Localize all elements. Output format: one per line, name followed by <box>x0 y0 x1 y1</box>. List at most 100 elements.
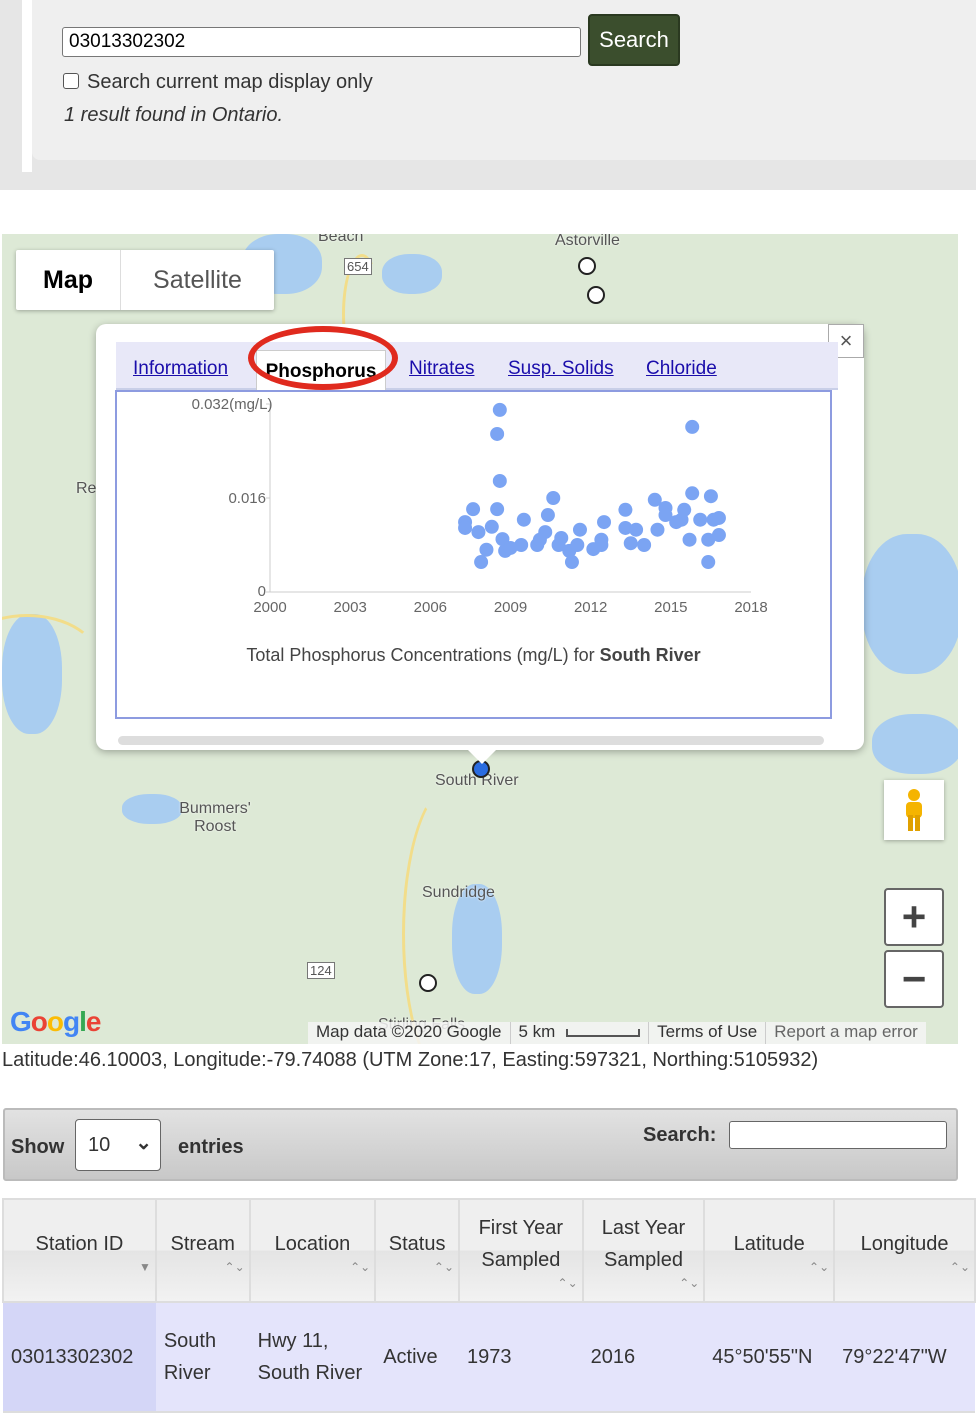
map-type-control: Map Satellite <box>16 250 274 310</box>
tab-information[interactable]: Information <box>133 358 228 380</box>
station-marker[interactable] <box>419 974 437 992</box>
data-point <box>685 486 700 501</box>
coordinates-readout: Latitude:46.10003, Longitude:-79.74088 (… <box>2 1049 819 1071</box>
station-marker[interactable] <box>587 286 605 304</box>
map-type-map-button[interactable]: Map <box>16 250 121 310</box>
info-window-tail <box>466 748 498 764</box>
y-tick-label: 0 <box>258 583 266 600</box>
table-cell: 45°50'55"N <box>704 1302 835 1413</box>
data-point <box>471 525 486 540</box>
column-label: Stream <box>170 1232 235 1255</box>
map-data-text: Map data ©2020 Google <box>308 1022 511 1044</box>
table-cell: South River <box>155 1302 250 1413</box>
data-point <box>677 502 692 517</box>
sort-icon: ⌃⌄ <box>433 1259 455 1274</box>
tab-nitrates[interactable]: Nitrates <box>409 358 474 380</box>
map-label: Bummers' Roost <box>179 800 251 835</box>
map-type-satellite-button[interactable]: Satellite <box>121 250 274 310</box>
data-point <box>597 515 612 530</box>
y-tick-label: 0.032(mg/L) <box>192 396 273 413</box>
column-header[interactable]: Status ⌃⌄ <box>374 1198 461 1303</box>
divider <box>22 0 32 172</box>
data-point <box>484 519 499 534</box>
data-point <box>703 489 718 504</box>
map-display-only-checkbox[interactable] <box>63 73 79 89</box>
x-tick-label: 2003 <box>333 599 366 616</box>
sort-desc-icon: ▼ <box>138 1259 151 1274</box>
map-label: Beach <box>318 234 364 245</box>
column-label: Last Year Sampled <box>601 1216 686 1271</box>
data-point <box>693 512 708 527</box>
column-label: Station ID <box>35 1232 124 1255</box>
entries-label: entries <box>178 1136 244 1158</box>
chevron-down-icon: ⌄ <box>135 1132 152 1154</box>
chart-caption: Total Phosphorus Concentrations (mg/L) f… <box>115 645 832 666</box>
table-cell: Active <box>375 1302 460 1413</box>
highway-shield: 124 <box>307 962 335 979</box>
data-point <box>701 555 716 570</box>
x-tick-label: 2006 <box>414 599 447 616</box>
table-cell: Hwy 11, South River <box>249 1302 376 1413</box>
x-tick-label: 2000 <box>253 599 286 616</box>
column-header[interactable]: Station ID ▼ <box>2 1198 157 1303</box>
caption-station: South River <box>599 645 701 665</box>
data-point <box>594 538 609 552</box>
tab-susp-solids[interactable]: Susp. Solids <box>508 358 614 380</box>
column-header[interactable]: First Year Sampled ⌃⌄ <box>458 1198 584 1303</box>
station-marker[interactable] <box>578 257 596 275</box>
table-cell: 79°22'47"W <box>834 1302 975 1413</box>
result-count: 1 result found in Ontario. <box>64 104 284 126</box>
search-button[interactable]: Search <box>588 14 680 66</box>
show-label: Show <box>11 1136 65 1158</box>
data-point <box>492 402 507 417</box>
column-header[interactable]: Latitude ⌃⌄ <box>703 1198 836 1303</box>
zoom-out-button[interactable]: − <box>884 950 944 1008</box>
data-point <box>516 512 531 527</box>
x-tick-label: 2018 <box>734 599 767 616</box>
column-header[interactable]: Stream ⌃⌄ <box>154 1198 251 1303</box>
sort-icon: ⌃⌄ <box>557 1275 578 1290</box>
popup-scrollbar[interactable] <box>118 736 824 745</box>
data-point <box>546 491 561 505</box>
column-header[interactable]: Location ⌃⌄ <box>248 1198 377 1303</box>
entries-select[interactable]: 10 ⌄ <box>75 1119 161 1171</box>
data-point <box>466 502 481 517</box>
checkbox-label: Search current map display only <box>87 71 373 93</box>
data-point <box>458 520 473 535</box>
table-cell: 03013302302 <box>3 1302 156 1413</box>
sort-icon: ⌃⌄ <box>224 1259 245 1274</box>
data-point <box>490 426 505 441</box>
data-point <box>682 532 697 547</box>
data-point <box>503 540 518 555</box>
data-point <box>711 510 726 525</box>
column-label: Longitude <box>860 1232 949 1255</box>
x-tick-label: 2009 <box>494 599 527 616</box>
scale-bar[interactable]: 5 km <box>511 1022 650 1044</box>
caption-text: Total Phosphorus Concentrations (mg/L) f… <box>246 645 600 665</box>
column-header[interactable]: Last Year Sampled ⌃⌄ <box>581 1198 706 1303</box>
column-header[interactable]: Longitude ⌃⌄ <box>833 1198 976 1303</box>
phosphorus-scatter-chart: 2000 2003 2006 2009 2012 2015 2018 0 0.016 0.032(… <box>192 396 768 616</box>
terms-of-use-link[interactable]: Terms of Use <box>649 1022 767 1044</box>
map-label: Astorville <box>555 234 620 249</box>
sort-icon: ⌃⌄ <box>350 1259 371 1274</box>
street-view-pegman-icon[interactable] <box>884 780 944 840</box>
table-search-input[interactable] <box>729 1121 947 1149</box>
data-point <box>564 555 579 570</box>
report-map-error-link[interactable]: Report a map error <box>766 1022 926 1044</box>
map-label: Sundridge <box>422 884 495 901</box>
table-row[interactable]: 03013302302 South River Hwy 11, South Rive… <box>3 1302 975 1413</box>
search-input[interactable] <box>62 27 581 57</box>
data-point <box>685 419 700 434</box>
column-label: Latitude <box>733 1232 805 1255</box>
data-point <box>540 508 555 523</box>
data-point <box>572 522 587 537</box>
tab-chloride[interactable]: Chloride <box>646 358 717 380</box>
data-point <box>532 532 547 547</box>
zoom-in-button[interactable]: + <box>884 888 944 946</box>
sort-icon: ⌃⌄ <box>809 1259 830 1274</box>
data-point <box>492 473 507 488</box>
highlight-circle <box>248 326 398 390</box>
data-point <box>669 515 684 530</box>
table-cell: 1973 <box>459 1302 583 1413</box>
